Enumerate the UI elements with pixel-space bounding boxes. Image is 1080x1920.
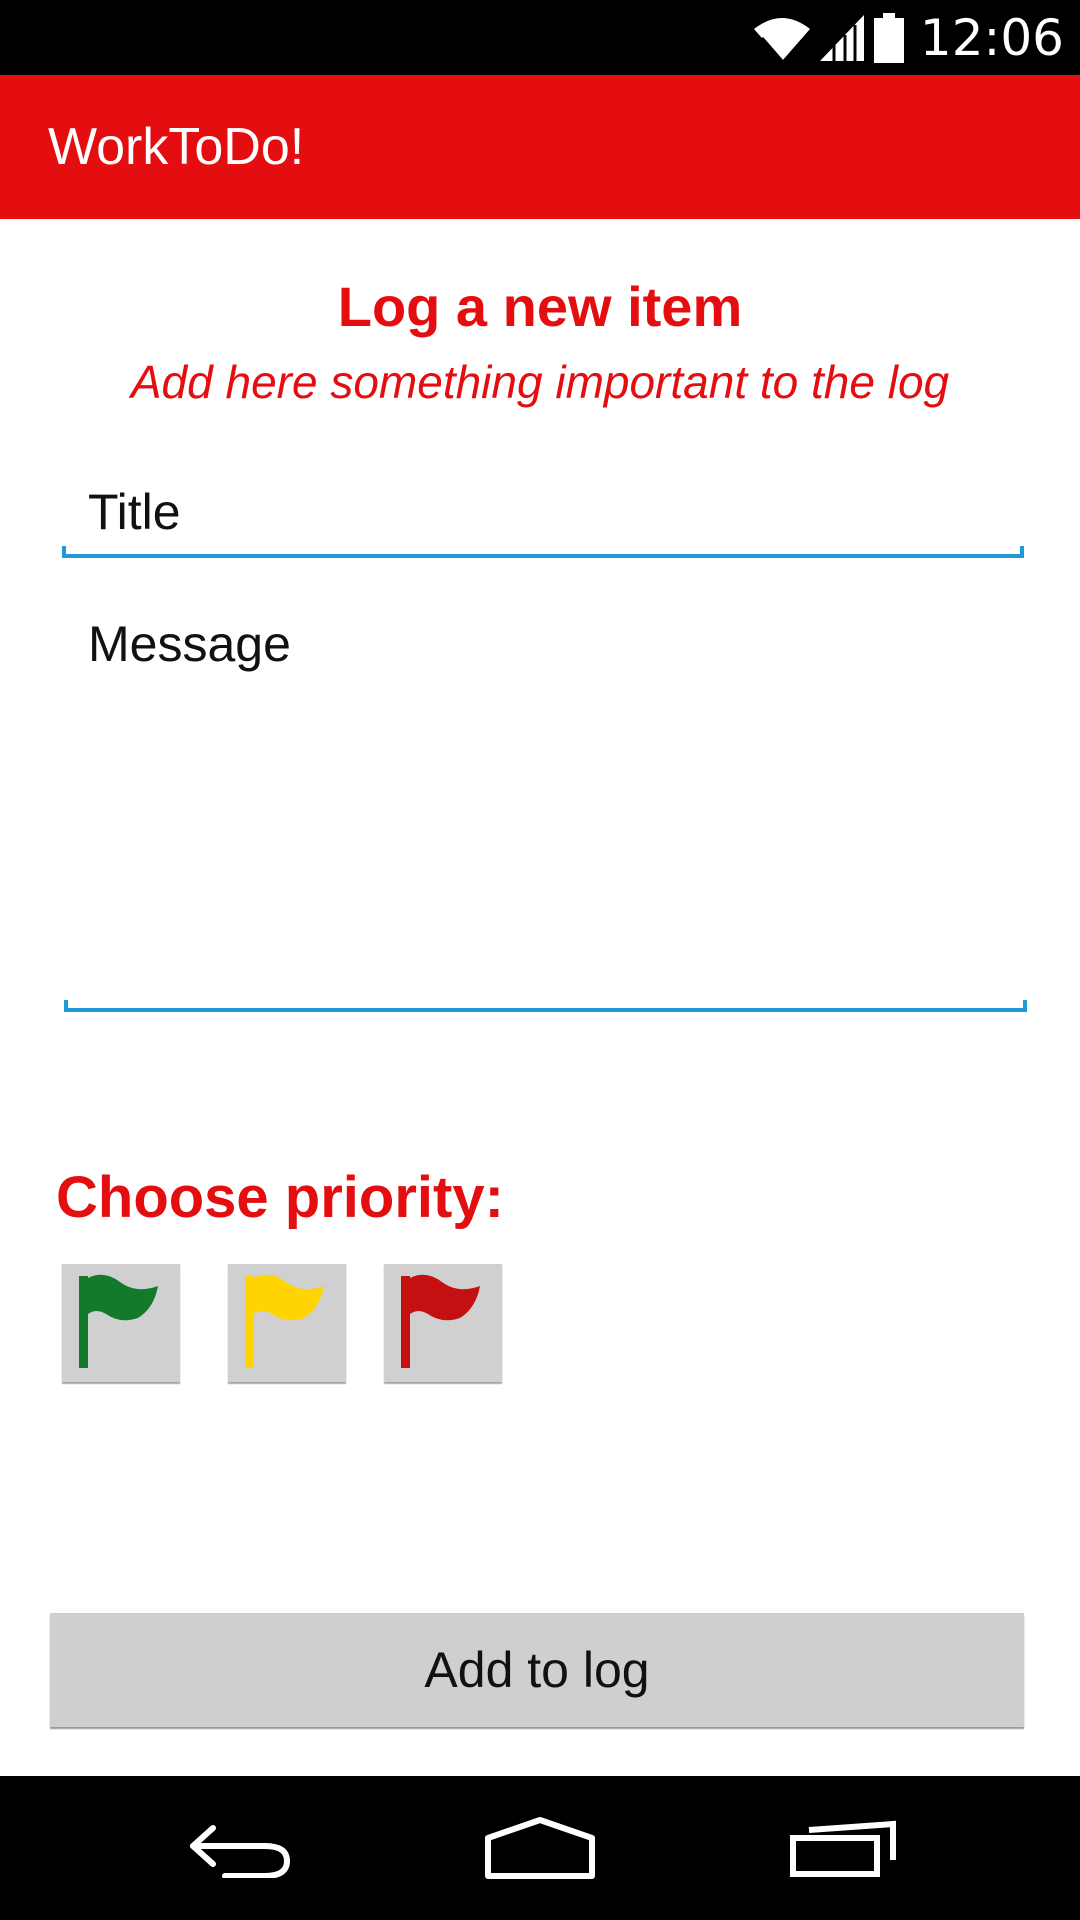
status-time: 12:06: [919, 8, 1064, 67]
red-flag-icon: [401, 1274, 480, 1368]
status-bar: 12:06: [0, 0, 1080, 75]
navigation-bar: [0, 1776, 1080, 1920]
priority-medium-button[interactable]: [228, 1264, 346, 1382]
message-field-right-tick: [1023, 1000, 1027, 1012]
add-to-log-label: Add to log: [424, 1642, 650, 1698]
green-flag-icon: [79, 1274, 158, 1368]
wifi-icon: [753, 17, 810, 61]
app-bar: WorkToDo!: [0, 75, 1080, 219]
message-field-underline: [64, 1008, 1027, 1012]
title-field-right-tick: [1020, 546, 1024, 558]
cell-signal-icon: [819, 14, 864, 61]
priority-high-button[interactable]: [384, 1264, 502, 1382]
priority-low-button[interactable]: [62, 1264, 180, 1382]
message-field-left-tick: [64, 1000, 68, 1012]
home-button[interactable]: [460, 1776, 620, 1920]
title-field-underline: [62, 554, 1024, 558]
battery-icon: [873, 12, 904, 63]
priority-label: Choose priority:: [56, 1165, 504, 1230]
message-field-placeholder: Message: [88, 616, 291, 672]
back-button[interactable]: [160, 1776, 320, 1920]
app-title: WorkToDo!: [48, 118, 305, 176]
home-icon: [485, 1817, 595, 1879]
back-icon: [190, 1825, 291, 1878]
status-icons: 12:06: [753, 0, 1064, 75]
add-to-log-button[interactable]: Add to log: [50, 1613, 1024, 1727]
title-field-placeholder: Title: [88, 484, 181, 540]
recents-button[interactable]: [764, 1776, 924, 1920]
recents-icon: [790, 1820, 896, 1877]
yellow-flag-icon: [245, 1274, 324, 1368]
page-subtitle: Add here something important to the log: [130, 356, 950, 408]
title-field-left-tick: [62, 546, 66, 558]
page-title: Log a new item: [337, 275, 743, 338]
